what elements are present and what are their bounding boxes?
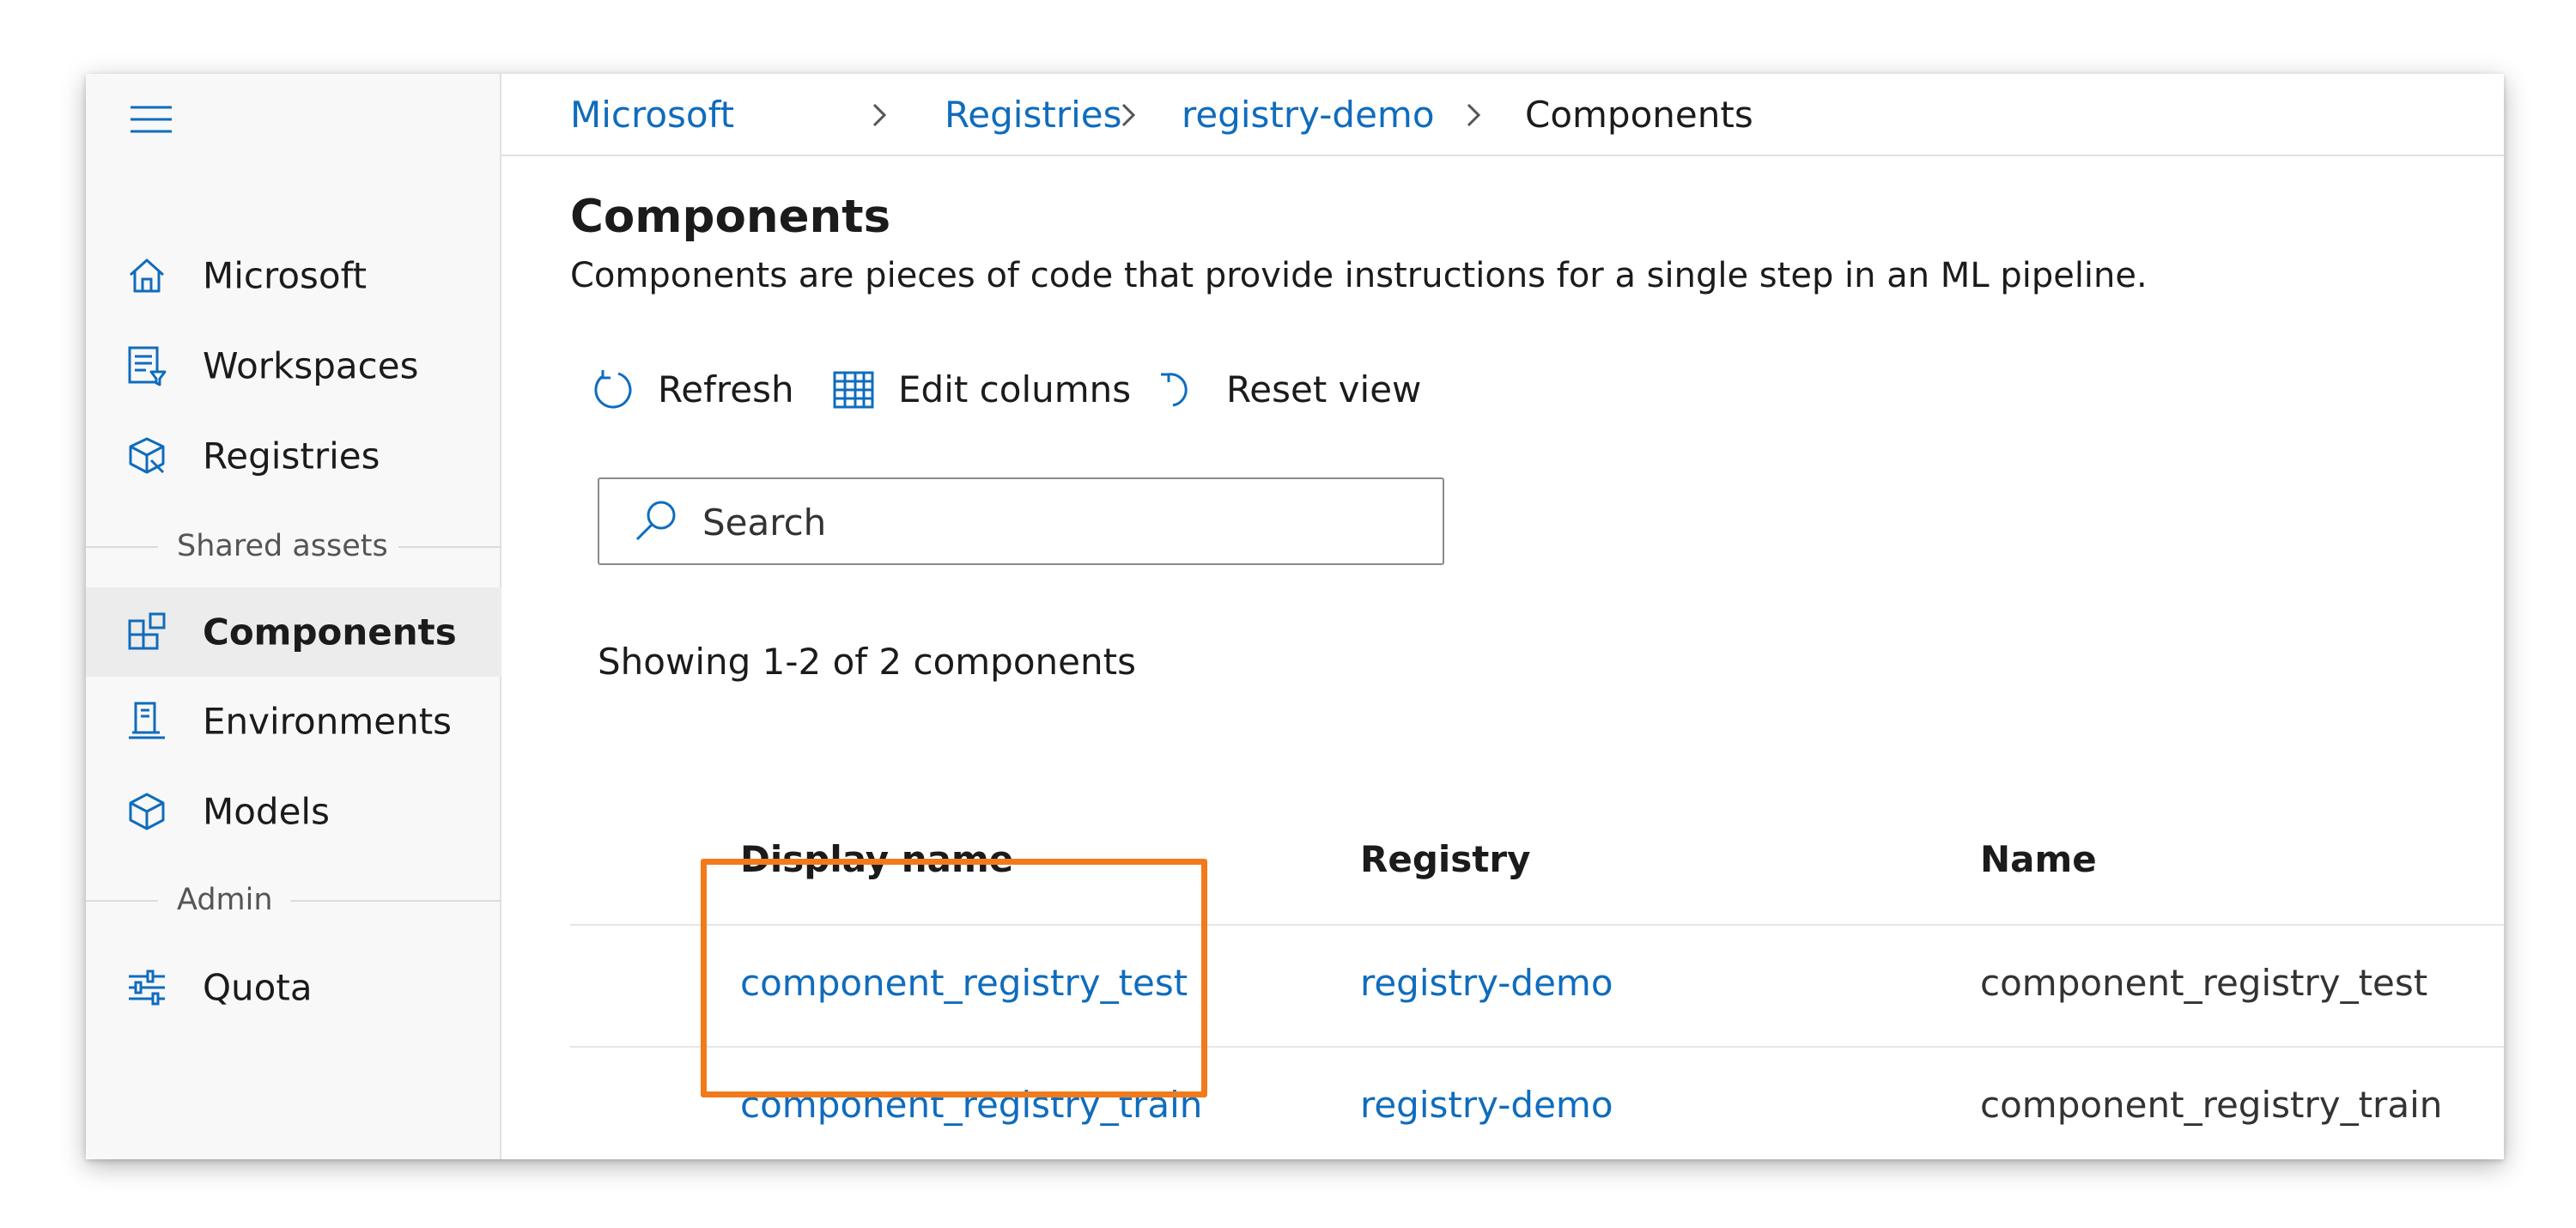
breadcrumb-link-registry-demo[interactable]: registry-demo xyxy=(1182,89,1435,141)
chevron-right-icon xyxy=(872,103,887,127)
environments-icon xyxy=(129,702,165,739)
sidebar-item-registries[interactable]: Registries xyxy=(86,411,501,501)
separator-line xyxy=(290,900,501,902)
undo-icon xyxy=(1161,373,1188,407)
table-columns-icon xyxy=(833,371,874,409)
edit-columns-label: Edit columns xyxy=(898,368,1132,410)
display-name-link[interactable]: component_registry_train xyxy=(740,1084,1202,1126)
registry-link[interactable]: registry-demo xyxy=(1360,1084,1613,1126)
column-header-registry[interactable]: Registry xyxy=(1360,838,1530,880)
main-content: Microsoft Registries registry-demo Compo… xyxy=(501,74,2504,1159)
search-input[interactable] xyxy=(701,495,1425,550)
sidebar-item-quota[interactable]: Quota xyxy=(86,943,501,1032)
sidebar-item-label: Components xyxy=(203,611,457,654)
separator-line xyxy=(398,546,501,548)
models-icon xyxy=(129,793,165,830)
search-icon xyxy=(635,501,676,541)
reset-view-button[interactable]: Reset view xyxy=(1156,359,1422,419)
edit-columns-button[interactable]: Edit columns xyxy=(829,359,1132,419)
column-header-display-name[interactable]: Display name xyxy=(740,838,1013,880)
component-name: component_registry_train xyxy=(1980,1084,2443,1126)
section-separator-shared: Shared assets xyxy=(86,527,501,565)
component-name: component_registry_test xyxy=(1980,962,2428,1004)
sidebar-item-label: Environments xyxy=(203,700,453,743)
sidebar-item-label: Workspaces xyxy=(203,344,419,387)
quota-icon xyxy=(129,970,165,1006)
reset-view-label: Reset view xyxy=(1226,368,1422,410)
search-box[interactable] xyxy=(598,477,1444,565)
app-window: Microsoft Workspaces Registries Shared a… xyxy=(86,74,2504,1159)
sidebar-item-microsoft[interactable]: Microsoft xyxy=(86,231,501,320)
sidebar-item-models[interactable]: Models xyxy=(86,767,501,856)
separator-line xyxy=(86,546,158,548)
components-icon xyxy=(128,612,166,650)
hamburger-menu-icon[interactable] xyxy=(129,97,173,142)
sidebar-item-label: Registries xyxy=(203,435,380,477)
refresh-label: Refresh xyxy=(658,368,794,410)
breadcrumb: Microsoft Registries registry-demo Compo… xyxy=(501,74,2504,156)
breadcrumb-link-microsoft[interactable]: Microsoft xyxy=(570,89,734,141)
home-icon xyxy=(129,258,165,293)
display-name-link[interactable]: component_registry_test xyxy=(740,962,1188,1004)
sidebar-item-workspaces[interactable]: Workspaces xyxy=(86,321,501,410)
breadcrumb-current: Components xyxy=(1525,94,1753,136)
breadcrumb-link-registries[interactable]: Registries xyxy=(945,89,1121,141)
workspaces-icon xyxy=(128,346,167,386)
table-row: component_registry_train registry-demo c… xyxy=(570,1048,2504,1159)
registries-icon xyxy=(129,437,165,474)
chevron-right-icon xyxy=(1121,103,1136,127)
table-row: component_registry_test registry-demo co… xyxy=(570,926,2504,1048)
refresh-icon xyxy=(594,370,632,409)
section-label: Shared assets xyxy=(177,529,388,563)
separator-line xyxy=(86,900,158,902)
registry-link[interactable]: registry-demo xyxy=(1360,962,1613,1004)
section-separator-admin: Admin xyxy=(86,881,501,919)
sidebar: Microsoft Workspaces Registries Shared a… xyxy=(86,74,501,1159)
section-label: Admin xyxy=(177,883,273,917)
sidebar-item-components[interactable]: Components xyxy=(86,587,501,677)
table-header-row: Display name Registry Name xyxy=(570,793,2504,926)
sidebar-item-environments[interactable]: Environments xyxy=(86,677,501,766)
results-count: Showing 1-2 of 2 components xyxy=(598,641,1136,683)
column-header-name[interactable]: Name xyxy=(1980,838,2097,880)
refresh-button[interactable]: Refresh xyxy=(589,359,804,419)
sidebar-item-label: Models xyxy=(203,790,330,833)
sidebar-item-label: Microsoft xyxy=(203,254,368,297)
chevron-right-icon xyxy=(1467,103,1481,127)
page-description: Components are pieces of code that provi… xyxy=(570,256,2148,295)
page-title: Components xyxy=(570,191,891,243)
sidebar-item-label: Quota xyxy=(203,966,313,1009)
